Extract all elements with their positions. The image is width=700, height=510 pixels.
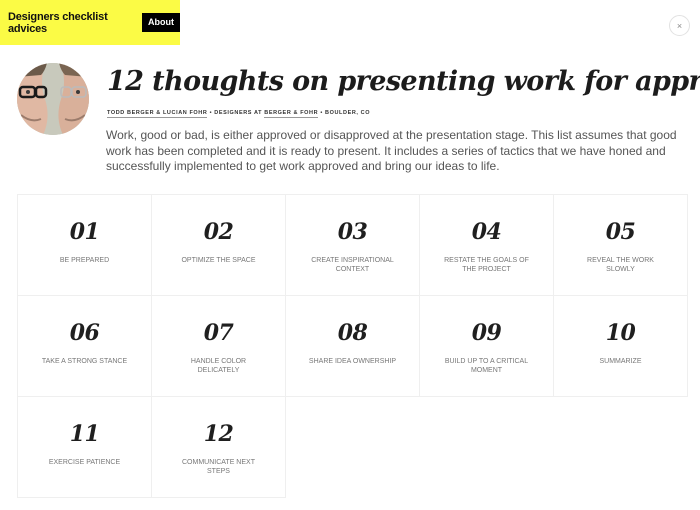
tip-label: Be prepared: [59, 257, 110, 264]
tip-card[interactable]: 06 Take a strong stance: [17, 295, 152, 397]
tip-number: 04: [471, 219, 502, 245]
tip-number: 10: [605, 320, 636, 346]
tip-number: 09: [471, 320, 502, 346]
tip-card[interactable]: 07 Handle color delicately: [151, 295, 286, 397]
tip-card[interactable]: 02 Optimize the space: [151, 194, 286, 296]
tip-number: 06: [69, 320, 100, 346]
tip-card[interactable]: 11 Exercise patience: [17, 396, 152, 498]
close-icon: ×: [676, 20, 683, 31]
tip-number: 01: [69, 219, 100, 245]
tip-label: Exercise patience: [48, 459, 121, 466]
authors-link[interactable]: TODD BERGER & LUCIAN FOHR: [107, 110, 208, 118]
close-button[interactable]: ×: [669, 15, 690, 36]
tip-label: Reveal the work slowly: [587, 257, 654, 273]
tip-number: 08: [337, 320, 368, 346]
tip-label: Create inspirational context: [311, 257, 394, 273]
tip-card[interactable]: 03 Create inspirational context: [285, 194, 420, 296]
intro-paragraph: Work, good or bad, is either approved or…: [106, 128, 677, 173]
tip-number: 02: [203, 219, 234, 245]
tip-number: 05: [605, 219, 636, 245]
tip-number: 12: [203, 421, 234, 447]
site-brand[interactable]: Designers checklist advices: [8, 11, 131, 35]
top-bar: Designers checklist advices About: [0, 0, 180, 45]
tip-card[interactable]: 05 Reveal the work slowly: [553, 194, 688, 296]
byline-separator: •: [320, 110, 323, 116]
company-link[interactable]: BERGER & FOHR: [264, 110, 319, 118]
tip-card[interactable]: 04 Restate the goals of the project: [419, 194, 554, 296]
authors-photo-icon: [17, 63, 89, 135]
authors-avatar: [17, 63, 89, 135]
tip-label: Restate the goals of the project: [444, 257, 529, 273]
tip-label: Optimize the space: [181, 257, 256, 264]
byline-location: BOULDER, CO: [325, 110, 371, 116]
tip-label: Handle color delicately: [190, 358, 247, 374]
tip-card[interactable]: 09 Build up to a critical moment: [419, 295, 554, 397]
tip-number: 03: [337, 219, 368, 245]
byline: TODD BERGER & LUCIAN FOHR • DESIGNERS AT…: [107, 110, 371, 118]
tip-label: Build up to a critical moment: [444, 358, 529, 374]
tip-label: Communicate next steps: [182, 459, 255, 475]
tip-number: 11: [69, 421, 100, 447]
byline-role: DESIGNERS AT: [214, 110, 263, 116]
tip-card[interactable]: 12 Communicate next steps: [151, 396, 286, 498]
byline-separator: •: [209, 110, 213, 116]
tip-card[interactable]: 10 Summarize: [553, 295, 688, 397]
tip-number: 07: [203, 320, 234, 346]
about-button[interactable]: About: [142, 13, 180, 32]
tips-grid: 01 Be prepared 02 Optimize the space 03 Creat…: [17, 194, 688, 498]
tip-card[interactable]: 08 Share idea ownership: [285, 295, 420, 397]
tip-card[interactable]: 01 Be prepared: [17, 194, 152, 296]
tip-label: Share idea ownership: [308, 358, 397, 365]
tip-label: Take a strong stance: [41, 358, 128, 365]
tip-label: Summarize: [599, 358, 642, 365]
page-title: 12 thoughts on presenting work for appro…: [107, 66, 700, 97]
